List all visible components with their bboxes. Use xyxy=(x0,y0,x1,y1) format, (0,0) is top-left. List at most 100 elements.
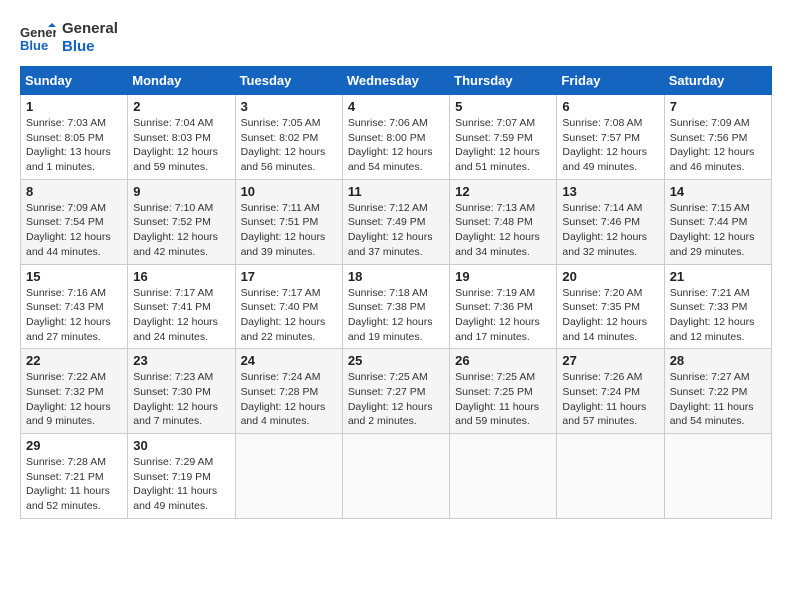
day-number: 26 xyxy=(455,353,551,368)
calendar-cell: 23 Sunrise: 7:23 AMSunset: 7:30 PMDayligh… xyxy=(128,349,235,434)
logo: General Blue GeneralBlue xyxy=(20,20,118,56)
day-number: 24 xyxy=(241,353,337,368)
day-info: Sunrise: 7:25 AMSunset: 7:25 PMDaylight:… xyxy=(455,370,551,429)
day-number: 22 xyxy=(26,353,122,368)
day-number: 16 xyxy=(133,269,229,284)
day-info: Sunrise: 7:13 AMSunset: 7:48 PMDaylight:… xyxy=(455,201,551,260)
day-number: 10 xyxy=(241,184,337,199)
calendar-cell xyxy=(235,434,342,519)
day-number: 18 xyxy=(348,269,444,284)
calendar-cell: 6Sunrise: 7:08 AMSunset: 7:57 PMDaylight… xyxy=(557,95,664,180)
day-number: 19 xyxy=(455,269,551,284)
day-info: Sunrise: 7:06 AMSunset: 8:00 PMDaylight:… xyxy=(348,116,444,175)
day-info: Sunrise: 7:09 AMSunset: 7:56 PMDaylight:… xyxy=(670,116,766,175)
day-info: Sunrise: 7:23 AMSunset: 7:30 PMDaylight:… xyxy=(133,370,229,429)
day-info: Sunrise: 7:14 AMSunset: 7:46 PMDaylight:… xyxy=(562,201,658,260)
day-number: 4 xyxy=(348,99,444,114)
day-info: Sunrise: 7:17 AMSunset: 7:40 PMDaylight:… xyxy=(241,286,337,345)
calendar-cell: 1 Sunrise: 7:03 AMSunset: 8:05 PMDaylight… xyxy=(21,95,128,180)
weekday-header-friday: Friday xyxy=(557,67,664,95)
calendar-cell: 30 Sunrise: 7:29 AMSunset: 7:19 PMDayligh… xyxy=(128,434,235,519)
day-number: 1 xyxy=(26,99,122,114)
day-info: Sunrise: 7:15 AMSunset: 7:44 PMDaylight:… xyxy=(670,201,766,260)
day-info: Sunrise: 7:03 AMSunset: 8:05 PMDaylight:… xyxy=(26,116,122,175)
svg-text:Blue: Blue xyxy=(20,38,48,53)
logo-text: GeneralBlue xyxy=(62,20,118,56)
calendar-cell: 9 Sunrise: 7:10 AMSunset: 7:52 PMDaylight… xyxy=(128,179,235,264)
day-number: 25 xyxy=(348,353,444,368)
day-info: Sunrise: 7:20 AMSunset: 7:35 PMDaylight:… xyxy=(562,286,658,345)
calendar-cell: 16 Sunrise: 7:17 AMSunset: 7:41 PMDayligh… xyxy=(128,264,235,349)
weekday-header-sunday: Sunday xyxy=(21,67,128,95)
day-number: 29 xyxy=(26,438,122,453)
weekday-header-wednesday: Wednesday xyxy=(342,67,449,95)
day-info: Sunrise: 7:27 AMSunset: 7:22 PMDaylight:… xyxy=(670,370,766,429)
day-info: Sunrise: 7:05 AMSunset: 8:02 PMDaylight:… xyxy=(241,116,337,175)
day-info: Sunrise: 7:11 AMSunset: 7:51 PMDaylight:… xyxy=(241,201,337,260)
logo-icon: General Blue xyxy=(20,23,56,53)
day-number: 12 xyxy=(455,184,551,199)
day-info: Sunrise: 7:17 AMSunset: 7:41 PMDaylight:… xyxy=(133,286,229,345)
calendar-cell: 19 Sunrise: 7:19 AMSunset: 7:36 PMDayligh… xyxy=(450,264,557,349)
calendar-cell xyxy=(557,434,664,519)
day-info: Sunrise: 7:04 AMSunset: 8:03 PMDaylight:… xyxy=(133,116,229,175)
day-info: Sunrise: 7:25 AMSunset: 7:27 PMDaylight:… xyxy=(348,370,444,429)
calendar-cell: 13 Sunrise: 7:14 AMSunset: 7:46 PMDayligh… xyxy=(557,179,664,264)
day-number: 7 xyxy=(670,99,766,114)
weekday-header-tuesday: Tuesday xyxy=(235,67,342,95)
day-info: Sunrise: 7:16 AMSunset: 7:43 PMDaylight:… xyxy=(26,286,122,345)
calendar-cell: 18 Sunrise: 7:18 AMSunset: 7:38 PMDayligh… xyxy=(342,264,449,349)
day-number: 20 xyxy=(562,269,658,284)
day-number: 3 xyxy=(241,99,337,114)
day-number: 13 xyxy=(562,184,658,199)
calendar-cell: 21Sunrise: 7:21 AMSunset: 7:33 PMDayligh… xyxy=(664,264,771,349)
page-header: General Blue GeneralBlue xyxy=(20,20,772,56)
calendar-cell: 7 Sunrise: 7:09 AMSunset: 7:56 PMDaylight… xyxy=(664,95,771,180)
day-info: Sunrise: 7:19 AMSunset: 7:36 PMDaylight:… xyxy=(455,286,551,345)
weekday-header-thursday: Thursday xyxy=(450,67,557,95)
calendar-cell: 25 Sunrise: 7:25 AMSunset: 7:27 PMDayligh… xyxy=(342,349,449,434)
calendar-cell: 20 Sunrise: 7:20 AMSunset: 7:35 PMDayligh… xyxy=(557,264,664,349)
day-info: Sunrise: 7:28 AMSunset: 7:21 PMDaylight:… xyxy=(26,455,122,514)
calendar-cell: 10 Sunrise: 7:11 AMSunset: 7:51 PMDayligh… xyxy=(235,179,342,264)
calendar-cell: 28 Sunrise: 7:27 AMSunset: 7:22 PMDayligh… xyxy=(664,349,771,434)
day-number: 27 xyxy=(562,353,658,368)
calendar-cell: 5Sunrise: 7:07 AMSunset: 7:59 PMDaylight… xyxy=(450,95,557,180)
day-number: 2 xyxy=(133,99,229,114)
calendar-cell: 15Sunrise: 7:16 AMSunset: 7:43 PMDayligh… xyxy=(21,264,128,349)
calendar-cell: 2 Sunrise: 7:04 AMSunset: 8:03 PMDaylight… xyxy=(128,95,235,180)
day-number: 8 xyxy=(26,184,122,199)
calendar-cell xyxy=(450,434,557,519)
calendar-cell: 27 Sunrise: 7:26 AMSunset: 7:24 PMDayligh… xyxy=(557,349,664,434)
day-info: Sunrise: 7:12 AMSunset: 7:49 PMDaylight:… xyxy=(348,201,444,260)
calendar-cell xyxy=(342,434,449,519)
day-number: 5 xyxy=(455,99,551,114)
calendar-table: SundayMondayTuesdayWednesdayThursdayFrid… xyxy=(20,66,772,519)
weekday-header-monday: Monday xyxy=(128,67,235,95)
day-info: Sunrise: 7:29 AMSunset: 7:19 PMDaylight:… xyxy=(133,455,229,514)
calendar-cell: 4 Sunrise: 7:06 AMSunset: 8:00 PMDaylight… xyxy=(342,95,449,180)
day-number: 30 xyxy=(133,438,229,453)
day-number: 23 xyxy=(133,353,229,368)
day-info: Sunrise: 7:24 AMSunset: 7:28 PMDaylight:… xyxy=(241,370,337,429)
calendar-cell: 14 Sunrise: 7:15 AMSunset: 7:44 PMDayligh… xyxy=(664,179,771,264)
calendar-cell: 12 Sunrise: 7:13 AMSunset: 7:48 PMDayligh… xyxy=(450,179,557,264)
calendar-cell: 17 Sunrise: 7:17 AMSunset: 7:40 PMDayligh… xyxy=(235,264,342,349)
day-info: Sunrise: 7:18 AMSunset: 7:38 PMDaylight:… xyxy=(348,286,444,345)
calendar-cell: 8 Sunrise: 7:09 AMSunset: 7:54 PMDaylight… xyxy=(21,179,128,264)
day-number: 9 xyxy=(133,184,229,199)
calendar-cell: 24 Sunrise: 7:24 AMSunset: 7:28 PMDayligh… xyxy=(235,349,342,434)
weekday-header-saturday: Saturday xyxy=(664,67,771,95)
day-number: 14 xyxy=(670,184,766,199)
day-number: 21 xyxy=(670,269,766,284)
day-info: Sunrise: 7:22 AMSunset: 7:32 PMDaylight:… xyxy=(26,370,122,429)
calendar-cell: 3 Sunrise: 7:05 AMSunset: 8:02 PMDaylight… xyxy=(235,95,342,180)
day-number: 28 xyxy=(670,353,766,368)
calendar-cell: 29 Sunrise: 7:28 AMSunset: 7:21 PMDayligh… xyxy=(21,434,128,519)
day-info: Sunrise: 7:26 AMSunset: 7:24 PMDaylight:… xyxy=(562,370,658,429)
day-info: Sunrise: 7:10 AMSunset: 7:52 PMDaylight:… xyxy=(133,201,229,260)
day-number: 11 xyxy=(348,184,444,199)
day-number: 17 xyxy=(241,269,337,284)
day-info: Sunrise: 7:09 AMSunset: 7:54 PMDaylight:… xyxy=(26,201,122,260)
calendar-cell: 11 Sunrise: 7:12 AMSunset: 7:49 PMDayligh… xyxy=(342,179,449,264)
